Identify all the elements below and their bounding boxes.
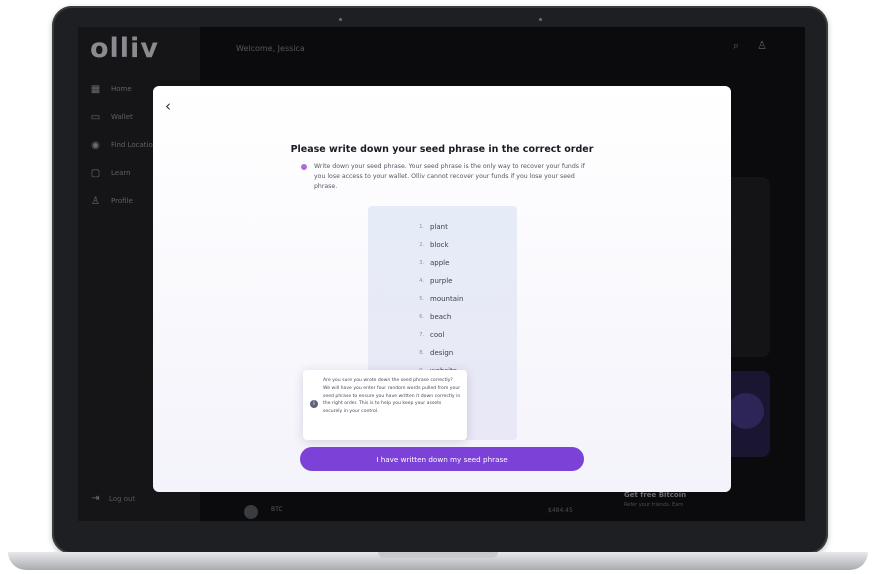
coin-icon <box>244 505 258 519</box>
sidebar-item-wallet[interactable]: ▭ Wallet <box>90 109 133 125</box>
seed-word: cool <box>430 331 445 339</box>
sidebar-item-label: Home <box>111 85 132 93</box>
seed-word-number: 2. <box>419 242 424 248</box>
info-dot-icon <box>301 164 307 170</box>
user-icon: ♙ <box>91 195 100 207</box>
seed-word-number: 7. <box>419 332 424 338</box>
sidebar-item-label: Wallet <box>111 113 133 121</box>
seed-word-item: 7. cool <box>418 326 463 344</box>
promo-graphic <box>728 393 764 429</box>
promo-subtitle: Refer your friends. Earn <box>624 502 684 508</box>
seed-word: design <box>430 349 454 357</box>
seed-word-number: 5. <box>419 296 424 302</box>
sidebar-item-profile[interactable]: ♙ Profile <box>90 193 133 209</box>
location-icon: ◉ <box>91 139 100 151</box>
camera-dot <box>339 18 342 21</box>
seed-phrase-modal: ‹ Please write down your seed phrase in … <box>153 86 731 492</box>
seed-word: apple <box>430 259 450 267</box>
seed-word-item: 6. beach <box>418 308 463 326</box>
search-icon[interactable]: ⌕ <box>733 39 739 53</box>
seed-word-item: 5. mountain <box>418 290 463 308</box>
seed-word-number: 3. <box>419 260 424 266</box>
book-icon: ▢ <box>90 167 101 179</box>
asset-ticker: BTC <box>271 506 283 513</box>
brand-logo: olliv <box>90 33 159 64</box>
account-icon[interactable]: ♙ <box>757 39 767 53</box>
seed-word-number: 4. <box>419 278 424 284</box>
logout-label: Log out <box>109 494 136 503</box>
seed-word-number: 6. <box>419 314 424 320</box>
seed-word: beach <box>430 313 452 321</box>
logout-button[interactable]: ⇥ Log out <box>90 493 135 504</box>
seed-word-item: 3. apple <box>418 254 463 272</box>
confirmation-tooltip: i Are you sure you wrote down the seed p… <box>303 370 467 440</box>
asset-amount: $484.45 <box>548 507 573 514</box>
seed-word-item: 2. block <box>418 236 463 254</box>
seed-word-item: 4. purple <box>418 272 463 290</box>
seed-word: mountain <box>430 295 464 303</box>
screen: olliv ▦ Home ▭ Wallet ◉ Find Locations ▢… <box>78 27 805 521</box>
back-arrow-icon[interactable]: ‹ <box>165 98 181 114</box>
confirmation-text: Are you sure you wrote down the seed phr… <box>323 378 461 415</box>
seed-word: plant <box>430 223 448 231</box>
sensor-dot <box>539 18 542 21</box>
sidebar-item-home[interactable]: ▦ Home <box>90 81 132 97</box>
topbar-actions: ⌕ ♙ <box>733 39 767 53</box>
grid-icon: ▦ <box>90 83 101 95</box>
seed-word: block <box>430 241 449 249</box>
info-icon: i <box>310 400 318 408</box>
seed-word: purple <box>430 277 453 285</box>
seed-word-number: 1. <box>419 224 424 230</box>
seed-phrase-list: 1. plant 2. block 3. apple 4. purple 5. mountain 6… <box>418 218 463 380</box>
wallet-icon: ▭ <box>90 111 101 123</box>
promo-title: Get free Bitcoin <box>624 491 687 499</box>
sidebar-item-label: Learn <box>111 169 131 177</box>
seed-word-item: 8. design <box>418 344 463 362</box>
sidebar-item-find-locations[interactable]: ◉ Find Locations <box>90 137 161 153</box>
seed-word-item: 1. plant <box>418 218 463 236</box>
sidebar-item-learn[interactable]: ▢ Learn <box>90 165 131 181</box>
welcome-text: Welcome, Jessica <box>236 44 305 53</box>
logout-icon: ⇥ <box>91 493 100 504</box>
laptop-notch <box>378 552 498 558</box>
modal-description: Write down your seed phrase. Your seed p… <box>314 163 585 190</box>
seed-word-number: 8. <box>419 350 424 356</box>
confirm-seed-phrase-button[interactable]: I have written down my seed phrase <box>300 447 584 471</box>
modal-title: Please write down your seed phrase in th… <box>290 144 594 155</box>
sidebar-item-label: Profile <box>111 197 133 205</box>
